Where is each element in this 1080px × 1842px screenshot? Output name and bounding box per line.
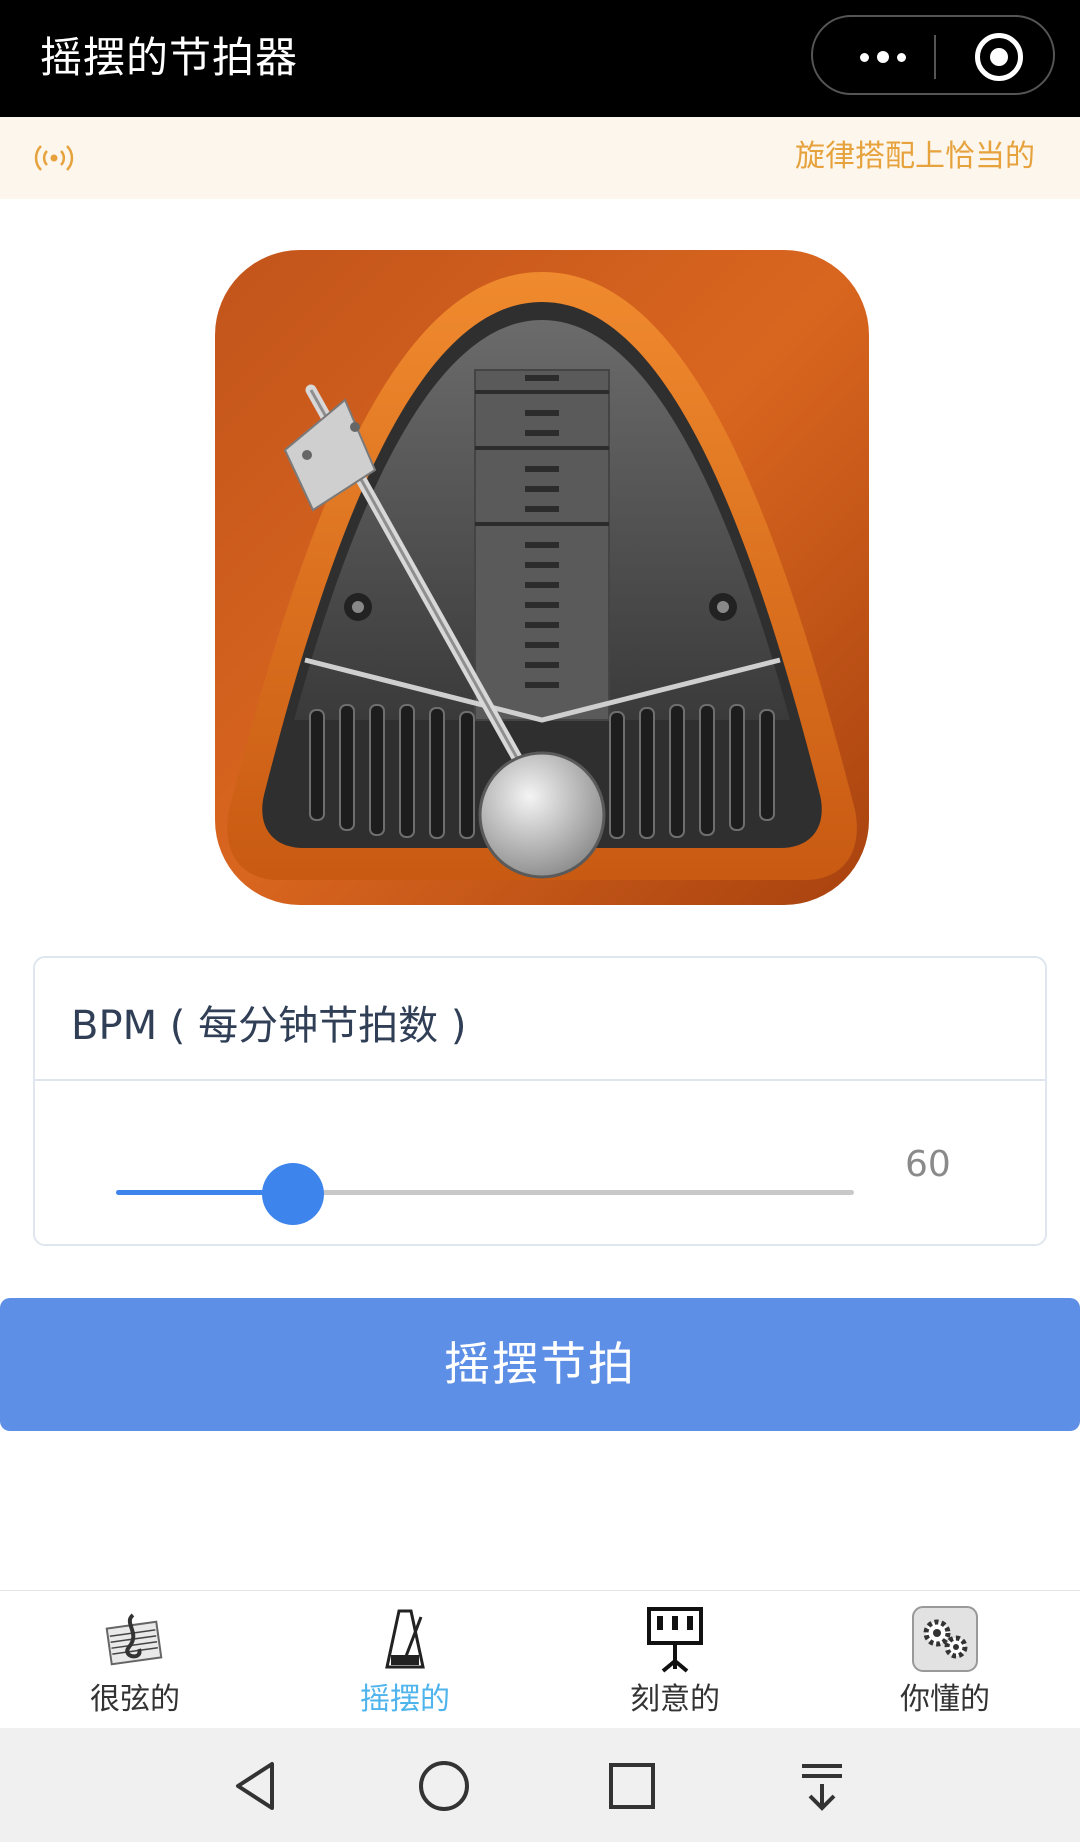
pull-down-icon[interactable]: [792, 1756, 852, 1816]
slider-thumb[interactable]: [262, 1163, 324, 1225]
card-divider: [35, 1079, 1045, 1081]
mini-program-capsule: [811, 15, 1055, 95]
tab-metronome[interactable]: 摇摆的: [270, 1591, 540, 1729]
title-bar: 摇摆的节拍器: [0, 0, 1080, 117]
bpm-label: BPM ( 每分钟节拍数 ): [71, 1003, 467, 1049]
notice-bar[interactable]: 旋律搭配上恰当的: [0, 117, 1080, 199]
bpm-slider[interactable]: [116, 1163, 854, 1225]
tab-label: 很弦的: [90, 1682, 180, 1717]
page-title: 摇摆的节拍器: [40, 33, 299, 82]
notice-text: 旋律搭配上恰当的: [795, 139, 1035, 174]
recents-square-icon[interactable]: [602, 1756, 662, 1816]
tab-sheet-music[interactable]: 很弦的: [0, 1591, 270, 1729]
home-circle-icon[interactable]: [414, 1756, 474, 1816]
metronome-icon: [385, 1609, 425, 1669]
broadcast-icon: [34, 145, 74, 171]
tab-music-stand[interactable]: 刻意的: [540, 1591, 810, 1729]
sheet-music-icon: [105, 1613, 163, 1666]
back-triangle-icon[interactable]: [226, 1756, 286, 1816]
metronome-app-icon: [215, 250, 869, 905]
swing-beat-button[interactable]: 摇摆节拍: [0, 1298, 1080, 1431]
tab-settings[interactable]: 你懂的: [810, 1591, 1080, 1729]
bpm-card: BPM ( 每分钟节拍数 ): [33, 956, 1047, 1246]
system-nav-bar: [0, 1728, 1080, 1842]
target-circle-icon[interactable]: [975, 33, 1023, 81]
tab-label: 你懂的: [900, 1682, 990, 1717]
tab-label: 摇摆的: [360, 1682, 450, 1717]
tab-label: 刻意的: [630, 1682, 720, 1717]
tab-bar: 很弦的 摇摆的 刻意的 你懂的: [0, 1590, 1080, 1729]
more-dots-icon[interactable]: [848, 39, 918, 75]
capsule-divider: [934, 35, 936, 79]
music-stand-icon: [647, 1607, 703, 1673]
bpm-value: 60: [905, 1144, 951, 1185]
gears-icon: [912, 1606, 978, 1672]
